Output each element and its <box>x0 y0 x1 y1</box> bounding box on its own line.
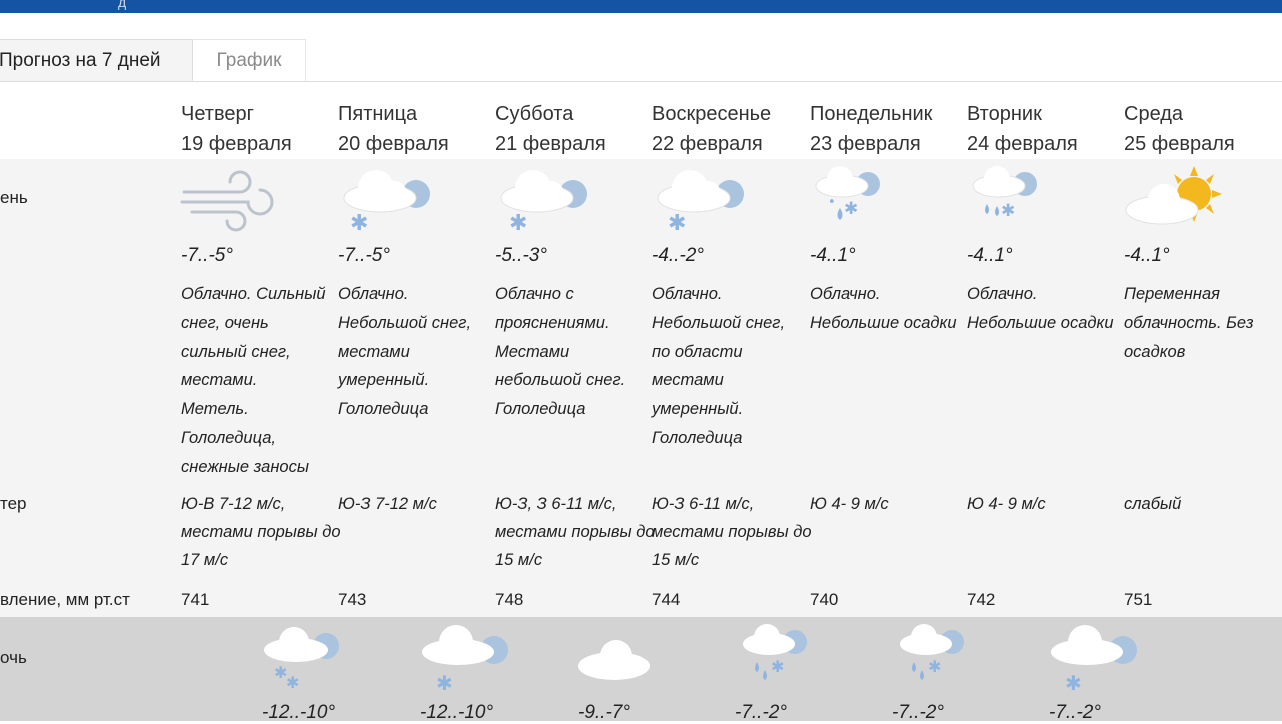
day-temperature: -4..1° <box>810 245 856 266</box>
day-temperature: -4..1° <box>1124 245 1170 266</box>
day-description: Облачно. Сильный снег, очень сильный сне… <box>181 285 326 476</box>
svg-text:✱: ✱ <box>509 211 527 234</box>
weekday: Понедельник <box>810 103 933 125</box>
weekday: Четверг <box>181 103 254 125</box>
weekday: Среда <box>1124 103 1184 125</box>
cloud-sleet-icon: ✱ <box>963 164 1063 234</box>
day-header: Суббота 21 февраля <box>495 99 606 159</box>
svg-text:✱: ✱ <box>668 211 686 234</box>
day-header: Четверг 19 февраля <box>181 99 292 159</box>
weekday: Суббота <box>495 103 574 125</box>
date: 22 февраля <box>652 133 763 155</box>
wind-icon <box>178 164 278 234</box>
svg-text:✱: ✱ <box>771 657 784 676</box>
wind-value: слабый <box>1124 495 1182 513</box>
cloud-snow-icon: ✱ <box>418 622 518 695</box>
svg-text:✱: ✱ <box>844 199 858 219</box>
day-temperature: -4..-2° <box>652 245 704 266</box>
wind-value: Ю-З, З 6-11 м/с, местами порывы до 15 м/… <box>495 495 655 569</box>
date: 20 февраля <box>338 133 449 155</box>
pressure-value: 741 <box>181 590 210 609</box>
day-header: Среда 25 февраля <box>1124 99 1235 159</box>
weekday: Пятница <box>338 103 418 125</box>
cloud-snow-icon: ✱ <box>652 164 752 236</box>
row-label-day: ень <box>0 188 28 207</box>
svg-text:✱: ✱ <box>1065 671 1082 692</box>
row-label-pressure: вление, мм рт.ст <box>0 590 130 609</box>
header-fragment: д <box>118 0 127 10</box>
svg-text:✱: ✱ <box>1001 201 1015 221</box>
svg-text:✱: ✱ <box>286 673 299 692</box>
day-temperature: -4..1° <box>967 245 1013 266</box>
wind-value: Ю 4- 9 м/с <box>810 495 889 513</box>
svg-text:✱: ✱ <box>350 211 368 234</box>
cloud-sleet-icon: ✱ • <box>806 164 906 234</box>
date: 23 февраля <box>810 133 921 155</box>
cloud-snow-icon: ✱ ✱ <box>260 622 360 692</box>
weekday: Воскресенье <box>652 103 772 125</box>
tab-7-day-forecast[interactable]: Прогноз на 7 дней <box>0 39 193 81</box>
date: 19 февраля <box>181 133 292 155</box>
pressure-value: 740 <box>810 590 839 609</box>
day-header: Понедельник 23 февраля <box>810 99 932 159</box>
wind-value: Ю-З 6-11 м/с, местами порывы до 15 м/с <box>652 495 812 569</box>
svg-text:•: • <box>828 195 836 210</box>
day-temperature: -7..-5° <box>338 245 390 266</box>
day-header: Вторник 24 февраля <box>967 99 1078 159</box>
cloud-snow-icon: ✱ <box>495 164 595 236</box>
day-header: Пятница 20 февраля <box>338 99 449 159</box>
day-temperature: -7..-5° <box>181 245 233 266</box>
row-label-wind: тер <box>0 494 27 513</box>
cloud-sleet-icon: ✱ <box>890 622 990 692</box>
tabs: Прогноз на 7 дней График <box>0 39 1282 82</box>
pressure-value: 743 <box>338 590 367 609</box>
date: 21 февраля <box>495 133 606 155</box>
svg-text:✱: ✱ <box>436 671 453 692</box>
row-label-night: очь <box>0 648 27 667</box>
tab-chart[interactable]: График <box>193 39 306 81</box>
day-description: Облачно. Небольшой снег, местами умеренн… <box>338 285 472 419</box>
pressure-value: 751 <box>1124 590 1153 609</box>
cloud-snow-icon: ✱ <box>338 164 438 236</box>
day-description: Облачно. Небольшой снег, по области мест… <box>652 285 786 447</box>
pressure-value: 742 <box>967 590 996 609</box>
cloud-snow-icon: ✱ <box>1047 622 1147 695</box>
top-header-bar: д <box>0 0 1282 13</box>
day-description: Облачно. Небольшие осадки <box>967 285 1114 332</box>
svg-text:✱: ✱ <box>928 657 941 676</box>
cloud-moon-icon <box>576 622 676 692</box>
wind-value: Ю-З 7-12 м/с <box>338 495 437 513</box>
day-description: Облачно. Небольшие осадки <box>810 285 957 332</box>
wind-value: Ю-В 7-12 м/с, местами порывы до 17 м/с <box>181 495 341 569</box>
wind-value: Ю 4- 9 м/с <box>967 495 1046 513</box>
day-temperature: -5..-3° <box>495 245 547 266</box>
date: 24 февраля <box>967 133 1078 155</box>
cloud-sun-icon <box>1122 164 1222 234</box>
pressure-value: 748 <box>495 590 524 609</box>
date: 25 февраля <box>1124 133 1235 155</box>
day-description: Переменная облачность. Без осадков <box>1124 285 1254 361</box>
weekday: Вторник <box>967 103 1042 125</box>
day-header: Воскресенье 22 февраля <box>652 99 771 159</box>
pressure-value: 744 <box>652 590 681 609</box>
day-description: Облачно с прояснениями. Местами небольшо… <box>495 285 626 419</box>
cloud-sleet-icon: ✱ <box>733 622 833 692</box>
